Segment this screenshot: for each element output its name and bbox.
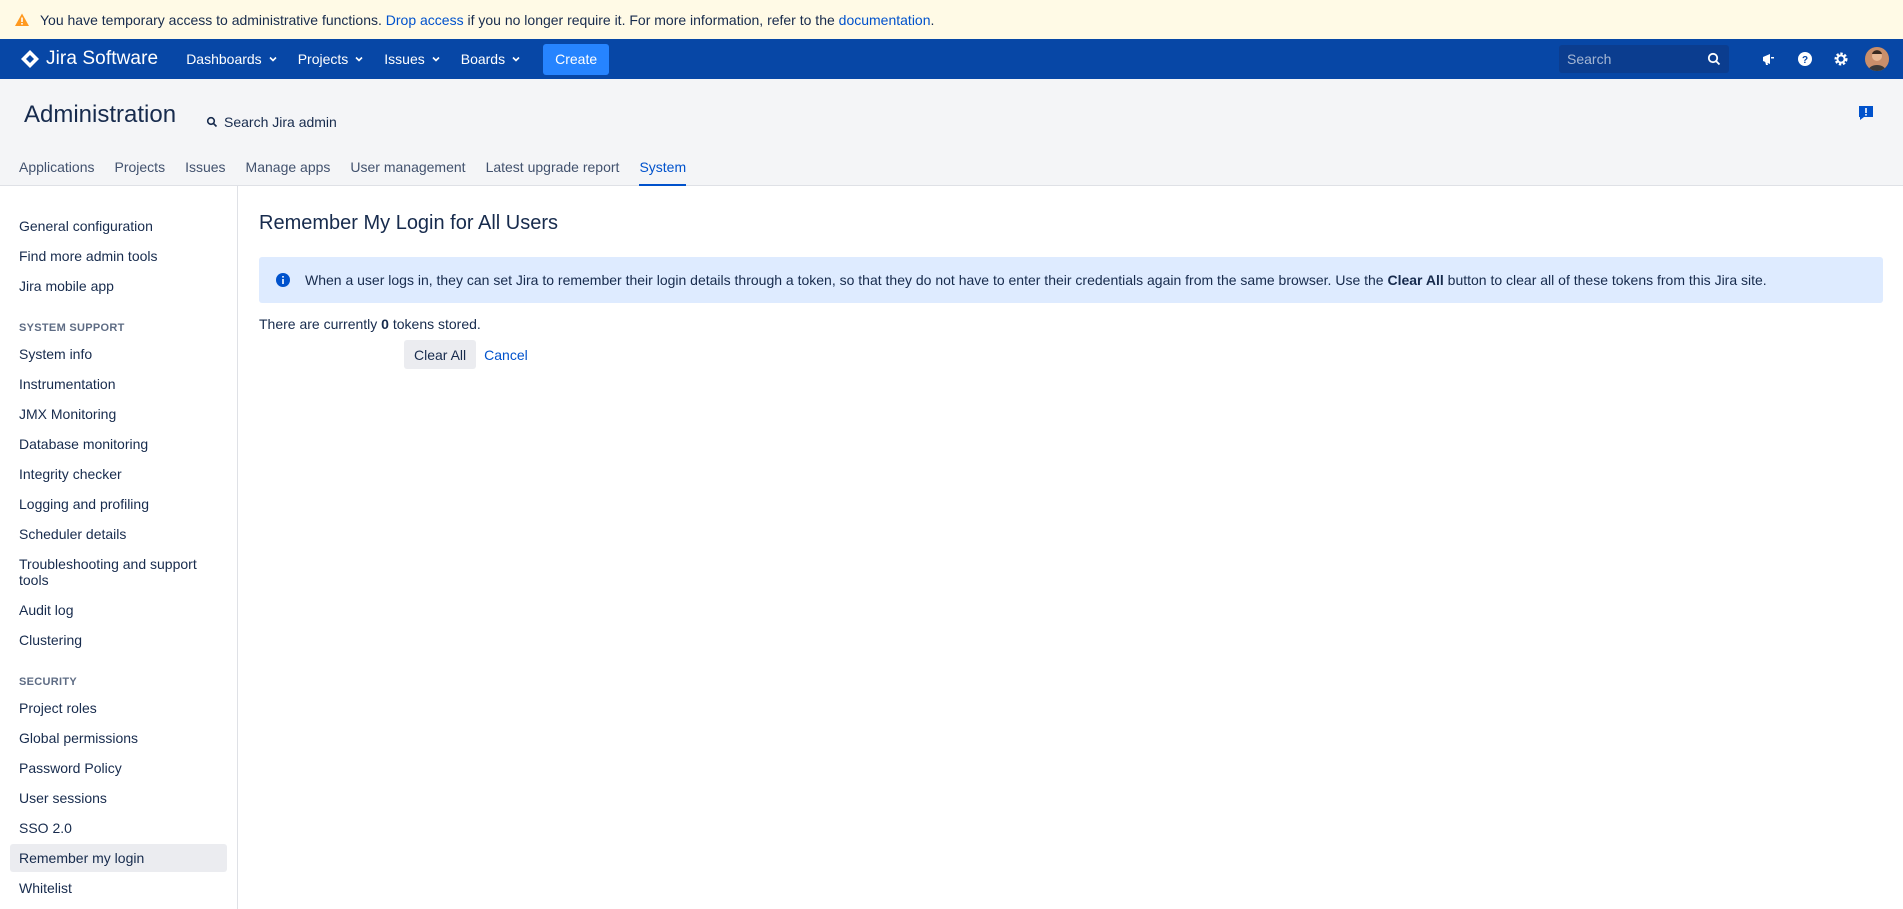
tab-latest-upgrade-report[interactable]: Latest upgrade report — [486, 155, 620, 186]
sidebar-item-jmx-monitoring[interactable]: JMX Monitoring — [10, 400, 227, 428]
nav-projects[interactable]: Projects — [290, 43, 373, 75]
tab-system[interactable]: System — [639, 155, 686, 186]
nav-issues-label: Issues — [384, 51, 425, 67]
notifications-button[interactable] — [1757, 47, 1781, 71]
global-search-input[interactable]: Search — [1559, 45, 1729, 73]
info-text-before: When a user logs in, they can set Jira t… — [305, 272, 1384, 288]
help-icon: ? — [1798, 52, 1812, 66]
chevron-down-icon — [512, 56, 520, 62]
sidebar-item-remember-my-login[interactable]: Remember my login — [10, 844, 227, 872]
banner-text-middle: if you no longer require it. For more in… — [467, 11, 835, 28]
drop-access-link[interactable]: Drop access — [386, 12, 464, 28]
sidebar-heading-security: SECURITY — [19, 676, 78, 688]
clear-all-button[interactable]: Clear All — [404, 340, 477, 369]
documentation-link[interactable]: documentation — [839, 12, 931, 28]
top-navigation: Jira Software Dashboards Projects Issues… — [0, 39, 1903, 79]
nav-boards[interactable]: Boards — [453, 43, 529, 75]
nav-issues[interactable]: Issues — [376, 43, 448, 75]
sidebar-item-system-info[interactable]: System info — [10, 340, 227, 368]
jira-logo-icon — [21, 50, 39, 68]
tokens-count: 0 — [381, 316, 389, 332]
jira-logo[interactable]: Jira Software — [20, 48, 158, 70]
info-icon — [276, 273, 290, 287]
sidebar-item-jira-mobile-app[interactable]: Jira mobile app — [10, 272, 227, 300]
sidebar-item-password-policy[interactable]: Password Policy — [10, 754, 227, 782]
avatar-image — [1865, 47, 1889, 71]
sidebar-item-find-more-admin-tools[interactable]: Find more admin tools — [10, 242, 227, 270]
chevron-down-icon — [432, 56, 440, 62]
sidebar-item-instrumentation[interactable]: Instrumentation — [10, 370, 227, 398]
content-layout: General configuration Find more admin to… — [0, 186, 1903, 909]
admin-tabs: Applications Projects Issues Manage apps… — [19, 155, 706, 186]
admin-access-banner: You have temporary access to administrat… — [0, 0, 1903, 39]
info-message: When a user logs in, they can set Jira t… — [259, 257, 1883, 303]
sidebar-item-general-configuration[interactable]: General configuration — [10, 212, 227, 240]
sidebar-item-global-permissions[interactable]: Global permissions — [10, 724, 227, 752]
form-actions: Clear All Cancel — [259, 340, 1883, 369]
content-title: Remember My Login for All Users — [259, 212, 558, 234]
feedback-icon[interactable] — [1857, 104, 1875, 122]
cancel-link[interactable]: Cancel — [484, 347, 528, 363]
search-icon — [1707, 52, 1721, 66]
sidebar-item-troubleshooting[interactable]: Troubleshooting and support tools — [10, 550, 227, 594]
sidebar-item-logging-and-profiling[interactable]: Logging and profiling — [10, 490, 227, 518]
notifications-icon — [1763, 54, 1774, 65]
info-text-after: button to clear all of these tokens from… — [1447, 272, 1767, 288]
chevron-down-icon — [355, 56, 363, 62]
tab-applications[interactable]: Applications — [19, 155, 95, 186]
nav-dashboards[interactable]: Dashboards — [178, 43, 286, 75]
svg-text:?: ? — [1802, 55, 1808, 66]
sidebar-item-clustering[interactable]: Clustering — [10, 626, 227, 654]
search-icon — [206, 116, 218, 128]
search-placeholder: Search — [1567, 51, 1612, 67]
sidebar-item-project-roles[interactable]: Project roles — [10, 694, 227, 722]
user-avatar[interactable] — [1865, 47, 1889, 71]
tab-issues[interactable]: Issues — [185, 155, 225, 186]
tab-manage-apps[interactable]: Manage apps — [246, 155, 331, 186]
admin-header: Administration Search Jira admin Applica… — [0, 79, 1903, 186]
banner-text-before: You have temporary access to administrat… — [40, 11, 382, 28]
info-text: When a user logs in, they can set Jira t… — [305, 272, 1767, 288]
nav-right: Search ? — [1559, 39, 1889, 79]
sidebar-item-database-monitoring[interactable]: Database monitoring — [10, 430, 227, 458]
nav-dashboards-label: Dashboards — [186, 51, 262, 67]
nav-projects-label: Projects — [297, 51, 349, 67]
sidebar-item-user-sessions[interactable]: User sessions — [10, 784, 227, 812]
settings-button[interactable] — [1829, 47, 1853, 71]
tab-projects[interactable]: Projects — [115, 155, 166, 186]
sidebar-item-audit-log[interactable]: Audit log — [10, 596, 227, 624]
sidebar: General configuration Find more admin to… — [0, 186, 238, 909]
tokens-status: There are currently 0 tokens stored. — [259, 316, 1883, 332]
sidebar-heading-system-support: SYSTEM SUPPORT — [19, 322, 125, 334]
warning-icon — [14, 12, 30, 28]
sidebar-item-scheduler-details[interactable]: Scheduler details — [10, 520, 227, 548]
tab-user-management[interactable]: User management — [350, 155, 465, 186]
logo-text: Jira Software — [46, 48, 159, 69]
tokens-after: tokens stored. — [392, 316, 481, 332]
admin-search-label: Search Jira admin — [224, 114, 337, 130]
create-button[interactable]: Create — [543, 43, 610, 75]
help-button[interactable]: ? — [1793, 47, 1817, 71]
sidebar-item-integrity-checker[interactable]: Integrity checker — [10, 460, 227, 488]
admin-search-button[interactable]: Search Jira admin — [206, 114, 337, 130]
info-text-bold: Clear All — [1387, 272, 1444, 288]
tokens-before: There are currently — [259, 316, 378, 332]
main-content: Remember My Login for All Users When a u… — [238, 186, 1903, 909]
page-title: Administration — [24, 101, 177, 128]
settings-icon — [1834, 52, 1848, 66]
chevron-down-icon — [269, 56, 277, 62]
nav-boards-label: Boards — [460, 51, 506, 67]
sidebar-item-whitelist[interactable]: Whitelist — [10, 874, 227, 902]
sidebar-item-sso[interactable]: SSO 2.0 — [10, 814, 227, 842]
banner-text-after: . — [930, 11, 935, 28]
